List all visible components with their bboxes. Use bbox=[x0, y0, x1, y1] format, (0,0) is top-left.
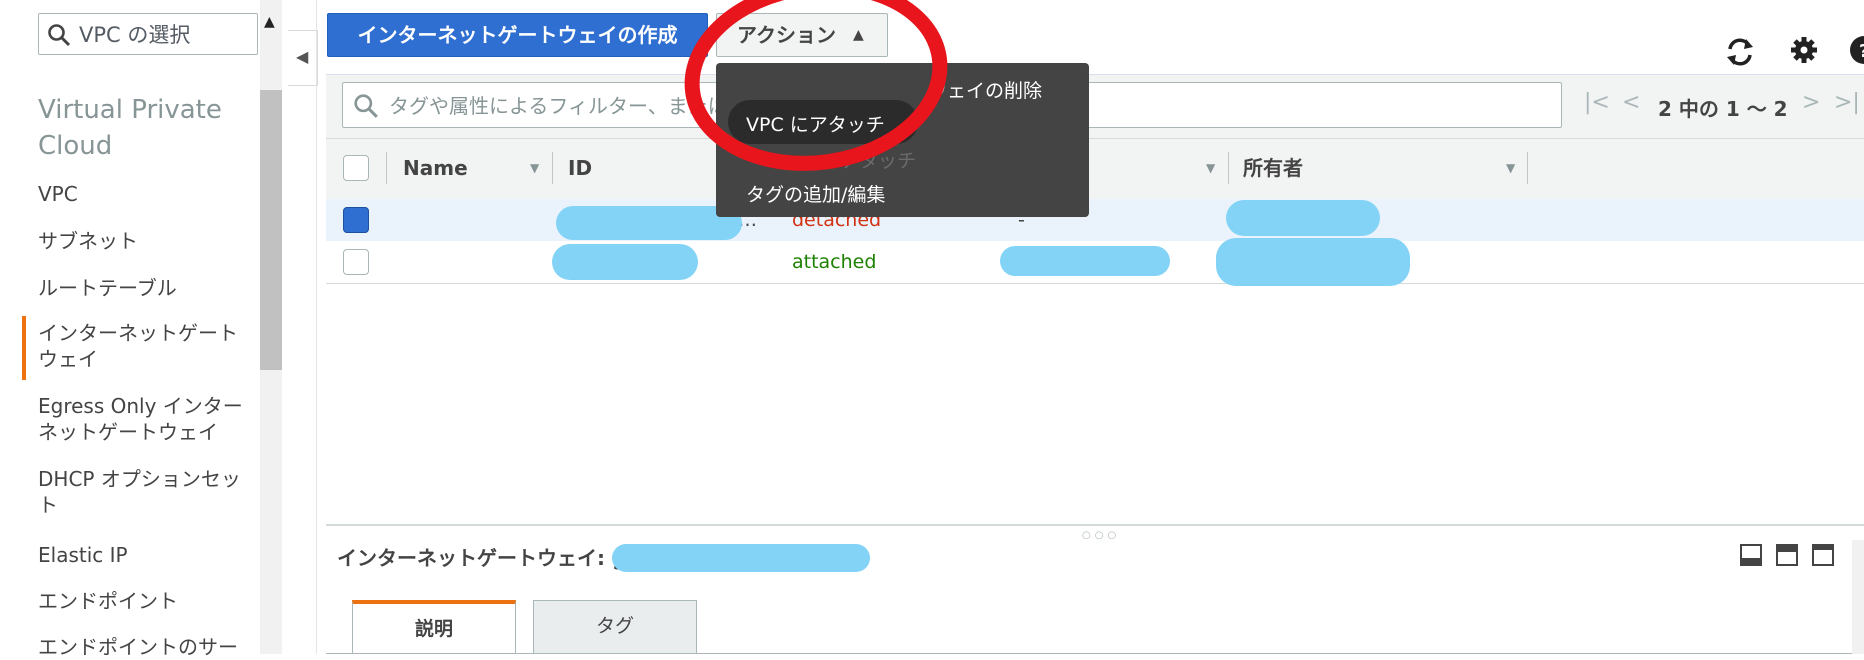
column-header-name[interactable]: Name bbox=[403, 138, 468, 198]
sidebar-collapse-button[interactable]: ◀ bbox=[288, 30, 318, 86]
sidebar-item-subnets[interactable]: サブネット bbox=[38, 228, 258, 254]
next-page-icon[interactable]: > bbox=[1802, 90, 1820, 115]
chevron-left-icon: ◀ bbox=[296, 47, 309, 66]
redaction-mark bbox=[552, 244, 698, 280]
pagination-label: 2 中の 1 ～ 2 bbox=[1658, 97, 1788, 121]
sidebar-scrollbar-thumb[interactable] bbox=[260, 90, 282, 370]
column-separator bbox=[1527, 152, 1528, 184]
sort-arrow-icon[interactable]: ▼ bbox=[530, 138, 539, 198]
column-header-id[interactable]: ID bbox=[568, 138, 592, 198]
table-header bbox=[326, 138, 1864, 200]
vpc-select-input[interactable] bbox=[38, 13, 258, 55]
redaction-mark bbox=[1000, 246, 1170, 276]
detail-title: インターネットゲートウェイ: g bbox=[337, 546, 627, 570]
column-separator bbox=[552, 152, 553, 184]
redaction-mark bbox=[1226, 200, 1380, 236]
first-page-icon[interactable]: |< bbox=[1584, 90, 1610, 115]
search-icon bbox=[354, 94, 378, 118]
sidebar: ▲ Virtual Private Cloud VPC サブネット ルートテーブ… bbox=[0, 0, 282, 659]
tab-tags[interactable]: タグ bbox=[533, 600, 697, 654]
column-separator bbox=[1228, 152, 1229, 184]
menu-item-edit-tags[interactable]: タグの追加/編集 bbox=[746, 180, 885, 207]
redaction-mark bbox=[612, 544, 870, 572]
column-separator bbox=[386, 152, 387, 184]
redaction-mark bbox=[556, 206, 742, 240]
sidebar-item-internet-gateways[interactable]: インターネットゲートウェイ bbox=[38, 320, 253, 372]
search-icon bbox=[48, 24, 71, 47]
redaction-mark bbox=[1216, 238, 1410, 286]
last-page-icon[interactable]: >| bbox=[1834, 90, 1860, 115]
resize-handle-icon[interactable]: ○○○ bbox=[1082, 530, 1120, 541]
detail-scrollbar[interactable] bbox=[1852, 540, 1864, 654]
svg-text:?: ? bbox=[1859, 41, 1864, 62]
detail-pane-divider[interactable] bbox=[326, 524, 1864, 526]
layout-full-icon[interactable] bbox=[1812, 544, 1834, 566]
row-checkbox[interactable] bbox=[343, 249, 369, 275]
column-header-owner[interactable]: 所有者 bbox=[1243, 138, 1303, 198]
sidebar-item-endpoints[interactable]: エンドポイント bbox=[38, 588, 258, 614]
select-all-checkbox[interactable] bbox=[343, 155, 369, 181]
refresh-icon[interactable] bbox=[1722, 34, 1758, 70]
help-icon[interactable]: ? bbox=[1846, 32, 1864, 68]
gear-icon[interactable] bbox=[1786, 32, 1822, 68]
tab-description[interactable]: 説明 bbox=[352, 600, 516, 654]
sidebar-item-dhcp-options[interactable]: DHCP オプションセット bbox=[38, 466, 253, 518]
layout-split-icon[interactable] bbox=[1776, 544, 1798, 566]
create-internet-gateway-button[interactable]: インターネットゲートウェイの作成 bbox=[327, 13, 708, 57]
sidebar-item-elastic-ip[interactable]: Elastic IP bbox=[38, 542, 258, 568]
sort-arrow-icon[interactable]: ▼ bbox=[1506, 138, 1515, 198]
vpc-select-field[interactable] bbox=[77, 18, 251, 52]
sort-arrow-icon[interactable]: ▼ bbox=[1206, 138, 1215, 198]
row-checkbox[interactable] bbox=[343, 207, 369, 233]
scroll-up-arrow-icon[interactable]: ▲ bbox=[264, 14, 275, 30]
sidebar-heading: Virtual Private Cloud bbox=[38, 95, 222, 161]
sidebar-item-vpc[interactable]: VPC bbox=[38, 181, 258, 207]
sidebar-item-endpoint-services[interactable]: エンドポイントのサー bbox=[38, 634, 258, 660]
sidebar-item-route-tables[interactable]: ルートテーブル bbox=[38, 275, 258, 301]
row-state: attached bbox=[792, 251, 877, 273]
layout-bottom-icon[interactable] bbox=[1740, 544, 1762, 566]
sidebar-active-indicator bbox=[22, 316, 26, 380]
main-divider bbox=[316, 0, 317, 654]
sidebar-item-egress-only-gateways[interactable]: Egress Only インターネットゲートウェイ bbox=[38, 393, 253, 445]
previous-page-icon[interactable]: < bbox=[1622, 90, 1640, 115]
